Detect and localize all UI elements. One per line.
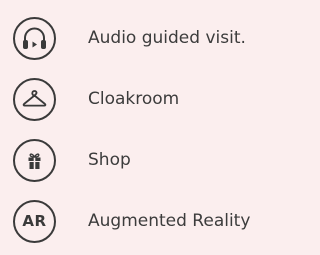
ar-icon-text: AR <box>22 212 47 230</box>
list-item-label: Audio guided visit. <box>88 28 246 48</box>
list-item-label: Shop <box>88 150 131 170</box>
list-item-audio-guide[interactable]: Audio guided visit. <box>0 17 271 63</box>
services-list: Audio guided visit. Cloakroom Shop AR Au… <box>0 0 271 255</box>
hanger-icon <box>13 78 56 121</box>
list-item-shop[interactable]: Shop <box>0 139 271 185</box>
list-item-augmented-reality[interactable]: AR Augmented Reality <box>0 200 271 246</box>
ar-icon: AR <box>13 200 56 243</box>
headphones-icon <box>13 17 56 60</box>
list-item-label: Augmented Reality <box>88 211 251 231</box>
gift-icon <box>13 139 56 182</box>
list-item-cloakroom[interactable]: Cloakroom <box>0 78 271 124</box>
list-item-label: Cloakroom <box>88 89 180 109</box>
